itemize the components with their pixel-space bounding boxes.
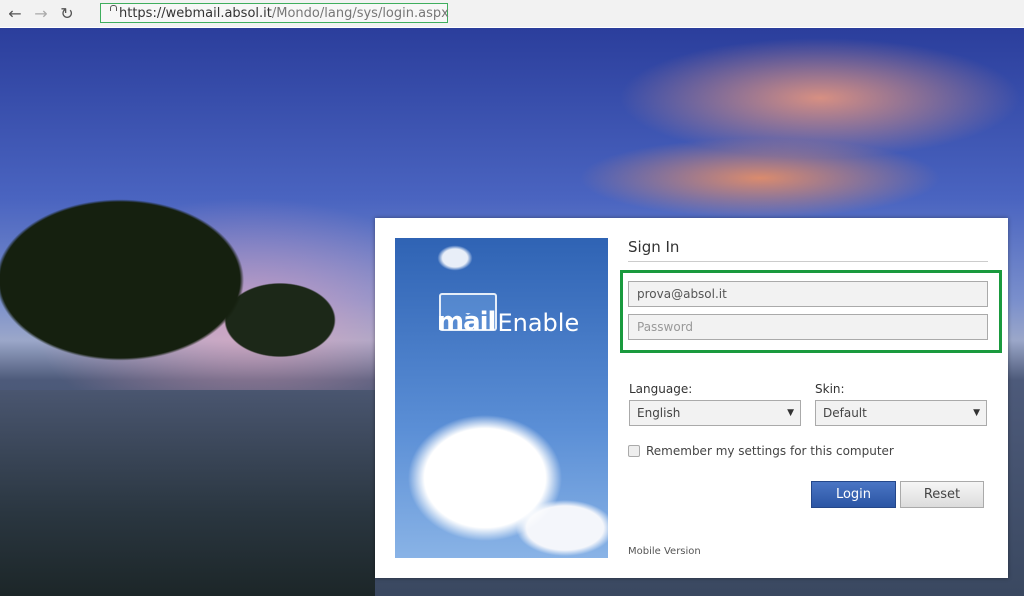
forward-arrow-icon[interactable]: →	[30, 4, 52, 23]
skin-value: Default	[823, 406, 867, 420]
language-value: English	[637, 406, 681, 420]
reset-button[interactable]: Reset	[900, 481, 984, 508]
url-host: https://webmail.absol.it	[119, 5, 272, 21]
password-field[interactable]: Password	[628, 314, 988, 340]
mobile-version-link[interactable]: Mobile Version	[628, 546, 701, 557]
skin-select[interactable]: Default ▼	[815, 400, 987, 426]
signin-form: Sign In prova@absol.it Password Language…	[620, 238, 1002, 557]
browser-toolbar: ← → ↻ https://webmail.absol.it/Mondo/lan…	[0, 0, 1024, 27]
remember-label: Remember my settings for this computer	[646, 444, 894, 458]
email-field[interactable]: prova@absol.it	[628, 281, 988, 307]
chevron-down-icon: ▼	[787, 408, 794, 418]
url-path: /Mondo/lang/sys/login.aspx	[271, 5, 449, 21]
login-button[interactable]: Login	[811, 481, 896, 508]
mailenable-logo: mail Enable	[437, 293, 579, 337]
background-trees	[0, 140, 360, 400]
skin-label: Skin:	[815, 382, 845, 396]
mailenable-hero-image: mail Enable	[395, 238, 608, 558]
reload-icon[interactable]: ↻	[56, 4, 78, 23]
address-bar[interactable]: https://webmail.absol.it/Mondo/lang/sys/…	[100, 3, 449, 23]
back-arrow-icon[interactable]: ←	[4, 4, 26, 23]
remember-checkbox[interactable]	[628, 445, 640, 457]
logo-enable-text: Enable	[497, 309, 580, 337]
logo-mail-text: mail	[437, 307, 496, 337]
language-label: Language:	[629, 382, 693, 396]
remember-settings[interactable]: Remember my settings for this computer	[628, 444, 894, 458]
language-select[interactable]: English ▼	[629, 400, 801, 426]
login-card: mail Enable Sign In prova@absol.it Passw…	[375, 218, 1008, 578]
background-water	[0, 390, 375, 596]
chevron-down-icon: ▼	[973, 408, 980, 418]
page-title: Sign In	[628, 238, 988, 262]
